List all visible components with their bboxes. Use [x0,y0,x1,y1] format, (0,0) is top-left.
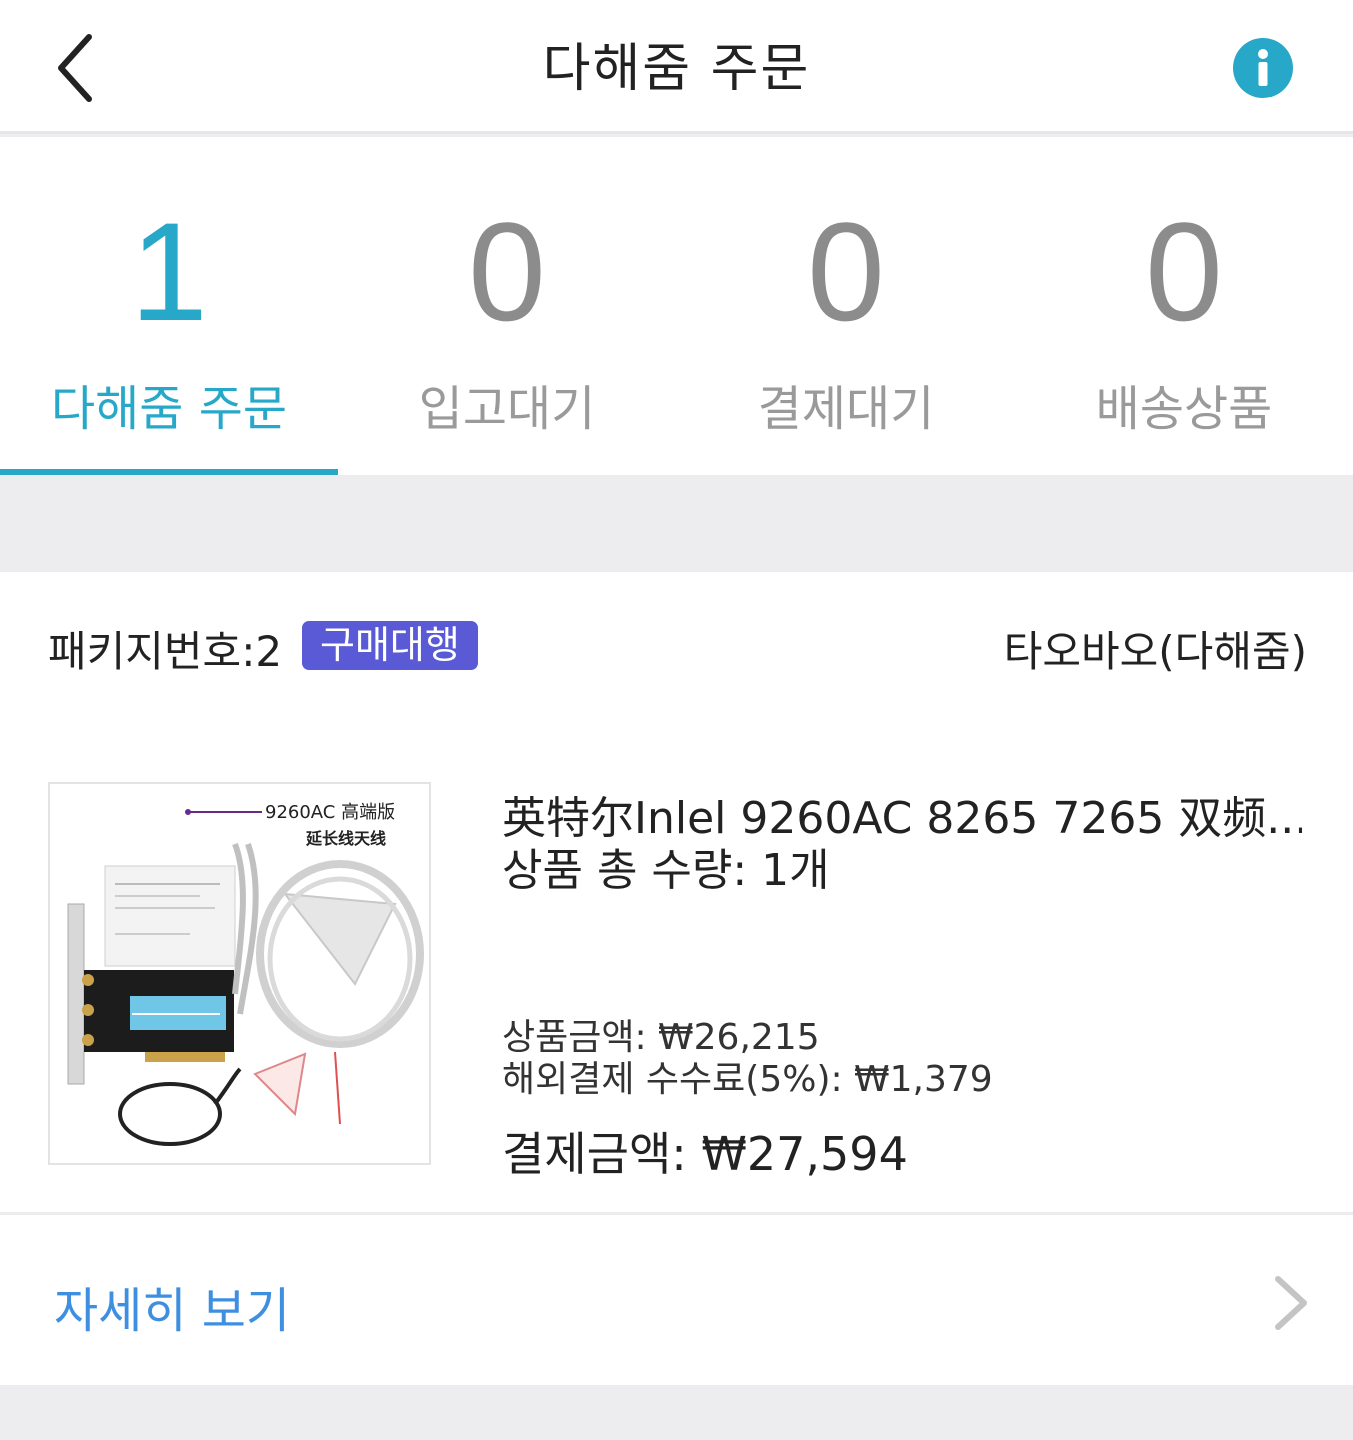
info-button[interactable] [1233,38,1293,98]
package-number: 패키지번호:2 [48,627,283,676]
active-tab-indicator [0,469,338,475]
app-header: 다해줌 주문 [0,0,1353,134]
overseas-fee: 해외결제 수수료(5%): ₩1,379 [502,1059,993,1100]
chevron-right-icon [1275,1276,1307,1330]
tab-shipping-items[interactable]: 0 배송상품 [1015,137,1353,475]
purchase-agency-badge: 구매대행 [302,621,478,670]
order-status-tabs: 1 다해줌 주문 0 입고대기 0 결제대기 0 배송상품 [0,137,1353,475]
info-icon [1258,49,1268,86]
tab-count: 0 [807,193,885,350]
tab-label: 배송상품 [1095,381,1273,437]
view-details-row[interactable]: 자세히 보기 [0,1215,1353,1385]
product-photo: 9260AC 高端版 延长线天线 [50,784,429,1163]
image-caption-1: 9260AC 高端版 [265,802,395,823]
tab-count: 1 [130,193,208,350]
tab-awaiting-arrival[interactable]: 0 입고대기 [338,137,676,475]
store-name: 타오바오(다해줌) [1003,627,1307,676]
product-quantity: 상품 총 수량: 1개 [502,845,830,896]
tab-label: 다해줌 주문 [50,381,288,437]
tab-label: 입고대기 [418,381,596,437]
tab-count: 0 [468,193,546,350]
tab-dahaejum-orders[interactable]: 1 다해줌 주문 [0,137,338,475]
image-caption-2: 延长线天线 [305,829,386,848]
product-image[interactable]: 9260AC 高端版 延长线天线 [48,782,431,1165]
tab-label: 결제대기 [757,381,935,437]
page-title: 다해줌 주문 [542,39,811,99]
tab-awaiting-payment[interactable]: 0 결제대기 [677,137,1015,475]
view-details-label: 자세히 보기 [54,1283,291,1339]
tab-count: 0 [1145,193,1223,350]
order-card: 패키지번호:2 구매대행 타오바오(다해줌) 9260AC 高端版 延长线天线 [0,572,1353,1212]
payment-total: 결제금액: ₩27,594 [502,1127,908,1181]
